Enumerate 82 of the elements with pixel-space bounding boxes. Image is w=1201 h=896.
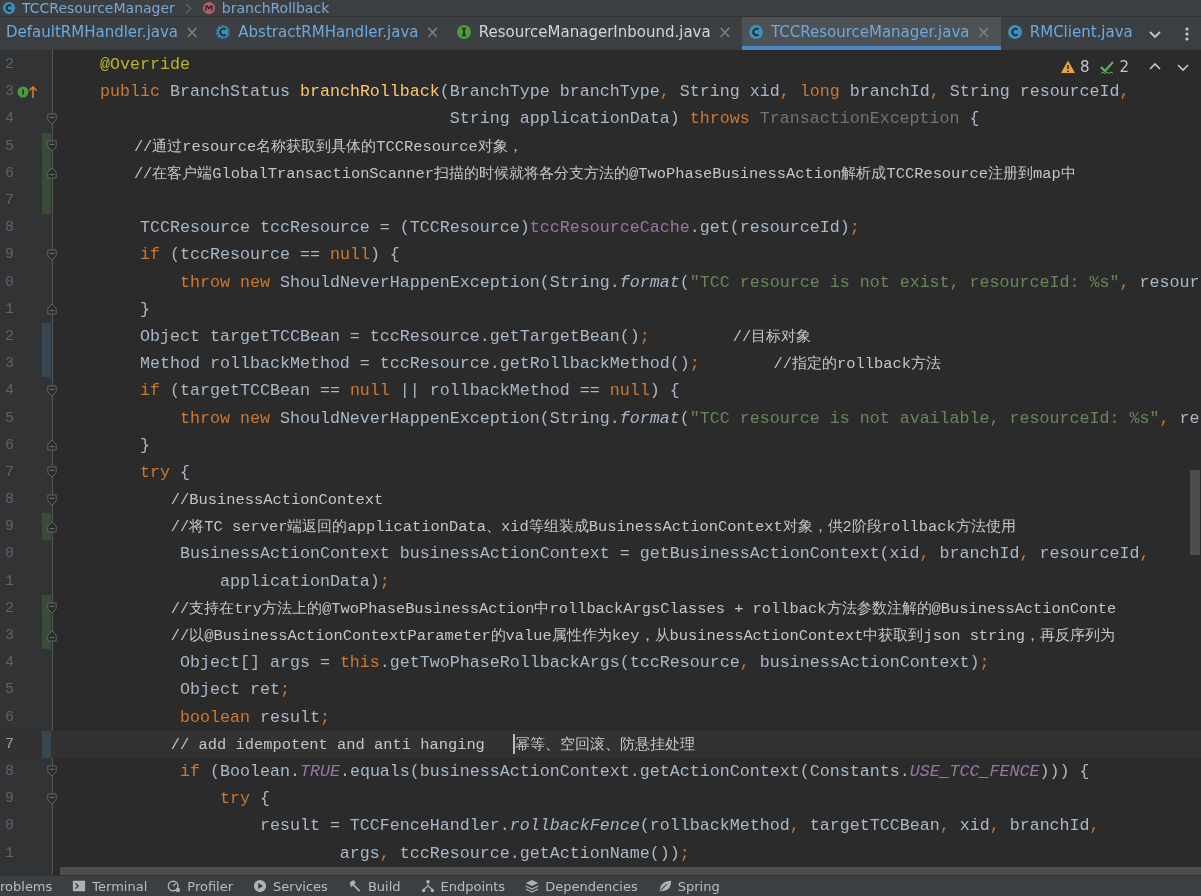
- file-tab[interactable]: TCCResourceManager.java ×: [741, 17, 1001, 50]
- tool-window-button[interactable]: Endpoints: [420, 878, 506, 894]
- code-line: }: [138, 299, 150, 319]
- code-line: if (targetTCCBean == null || rollbackMethod == null) {: [138, 381, 680, 401]
- code-line: boolean result;: [178, 707, 330, 727]
- interface-icon: [455, 23, 472, 40]
- fold-marker-icon[interactable]: [47, 438, 57, 453]
- check-icon[interactable]: [1099, 59, 1116, 75]
- fold-marker-icon[interactable]: [47, 111, 57, 126]
- code-line: TCCResource tccResource = (TCCResource)tccResourceCache.get(resourceId);: [138, 218, 860, 238]
- warning-icon[interactable]: [1059, 59, 1076, 75]
- scrollbar[interactable]: [1190, 470, 1200, 555]
- code-line: if (Boolean.TRUE.equals(businessActionContext.getActionContext(Constants.USE_TCC_FENCE))) {: [178, 761, 1090, 781]
- warning-count: 8: [1079, 58, 1090, 76]
- tool-window-button[interactable]: Services: [253, 878, 328, 894]
- code-line: @Override: [98, 55, 190, 75]
- breadcrumb-item[interactable]: branchRollback: [221, 0, 330, 16]
- code-line: if (tccResource == null) {: [138, 245, 400, 265]
- close-icon[interactable]: ×: [185, 21, 200, 42]
- code-line: throw new ShouldNeverHappenException(String.format("TCC resource is not exist, resourceId: %s", resour: [178, 272, 1200, 292]
- fold-marker-icon[interactable]: [47, 302, 57, 317]
- code-line: }: [138, 435, 150, 455]
- leaf-icon: [657, 879, 672, 893]
- fold-marker-icon[interactable]: [47, 519, 57, 534]
- file-tab[interactable]: RMClient.java: [1000, 17, 1143, 50]
- endpoints-icon: [420, 879, 435, 893]
- gauge-icon: [167, 879, 182, 893]
- code-line: Method rollbackMethod = tccResource.getRollbackMethod(); //指定的rollback方法: [138, 353, 941, 375]
- fold-marker-icon[interactable]: [47, 492, 57, 507]
- terminal-icon: [72, 879, 87, 893]
- tool-window-button[interactable]: Spring: [657, 878, 720, 894]
- fold-marker-icon[interactable]: [47, 383, 57, 398]
- class-icon: [1006, 23, 1023, 40]
- code-line: args, tccResource.getActionName());: [338, 843, 690, 863]
- fold-marker-icon[interactable]: [47, 791, 57, 806]
- class-icon: [747, 23, 764, 40]
- breadcrumb-item[interactable]: TCCResourceManager: [22, 0, 175, 16]
- code-line: //在客户端GlobalTransactionScanner扫描的时候就将各分支方法的@TwoPhaseBusinessAction解析成TCCResource注册到map中: [132, 163, 1076, 184]
- close-icon[interactable]: ×: [717, 21, 732, 42]
- code-line: result = TCCFenceHandler.rollbackFence(rollbackMethod, targetTCCBean, xid, branchId,: [258, 816, 1100, 836]
- fold-marker-icon[interactable]: [47, 166, 57, 181]
- tool-window-button[interactable]: roblems: [0, 878, 53, 894]
- fold-marker-icon[interactable]: [47, 628, 57, 643]
- code-line: public BranchStatus branchRollback(BranchType branchType, String xid, long branchId, String resourceId,: [98, 82, 1130, 102]
- layers-icon: [525, 879, 540, 893]
- code-line: Object[] args = this.getTwoPhaseRollbackArgs(tccResource, businessActionContext);: [178, 653, 990, 673]
- code-line: String applicationData) throws TransactionException {: [448, 109, 980, 129]
- line-number: 7: [4, 735, 14, 753]
- fold-marker-icon[interactable]: [47, 139, 57, 154]
- close-icon[interactable]: ×: [425, 21, 440, 42]
- code-line: //BusinessActionContext: [169, 490, 384, 510]
- tool-window-button[interactable]: Profiler: [167, 878, 234, 894]
- code-line: //通过resource名称获取到具体的TCCResource对象，: [132, 136, 523, 157]
- code-line: //以@BusinessActionContextParameter的value属性作为key，从businessActionContext中获取到json string，再反序列为: [169, 626, 1116, 647]
- code-line: throw new ShouldNeverHappenException(String.format("TCC resource is not available, resourceId: %s", re: [178, 408, 1200, 428]
- hammer-icon: [347, 879, 362, 893]
- play-icon: [253, 879, 268, 893]
- weak-warning-count: 2: [1119, 58, 1129, 76]
- scrollbar[interactable]: [60, 867, 1201, 875]
- fold-marker-icon[interactable]: [47, 247, 57, 262]
- file-tab[interactable]: AbstractRMHandler.java ×: [209, 17, 450, 50]
- fold-marker-icon[interactable]: [47, 465, 57, 480]
- fold-marker-icon[interactable]: [47, 764, 57, 779]
- code-line: Object ret;: [178, 680, 290, 700]
- code-line: Object targetTCCBean = tccResource.getTargetBean(); //目标对象: [138, 325, 812, 347]
- tool-window-button[interactable]: Build: [347, 878, 401, 894]
- code-line: try {: [138, 462, 190, 482]
- fold-marker-icon[interactable]: [47, 601, 57, 616]
- code-line: BusinessActionContext businessActionContext = getBusinessActionContext(xid, branchId, resourceId,: [178, 544, 1150, 564]
- file-tab[interactable]: ResourceManagerInbound.java ×: [449, 17, 742, 50]
- code-line: try {: [218, 789, 270, 809]
- class-icon: [2, 1, 16, 15]
- implements-override-icon[interactable]: [17, 83, 39, 100]
- tool-window-button[interactable]: Terminal: [72, 878, 148, 894]
- code-line: //支持在try方法上的@TwoPhaseBusinessAction中rollbackArgsClasses + rollback方法参数注解的@BusinessActionConte: [169, 598, 1117, 619]
- code-line: // add idempotent and anti hanging 幂等、空回滚、防悬挂处理: [169, 733, 695, 755]
- code-line: applicationData);: [218, 571, 390, 591]
- method-icon: [201, 1, 216, 15]
- file-tab[interactable]: DefaultRMHandler.java ×: [0, 17, 210, 50]
- tool-window-button[interactable]: Dependencies: [525, 878, 638, 894]
- abstract-class-icon: [215, 23, 232, 40]
- code-line: //将TC server端返回的applicationData、xid等组装成BusinessActionContext对象，供2阶段rollback方法使用: [169, 517, 1016, 538]
